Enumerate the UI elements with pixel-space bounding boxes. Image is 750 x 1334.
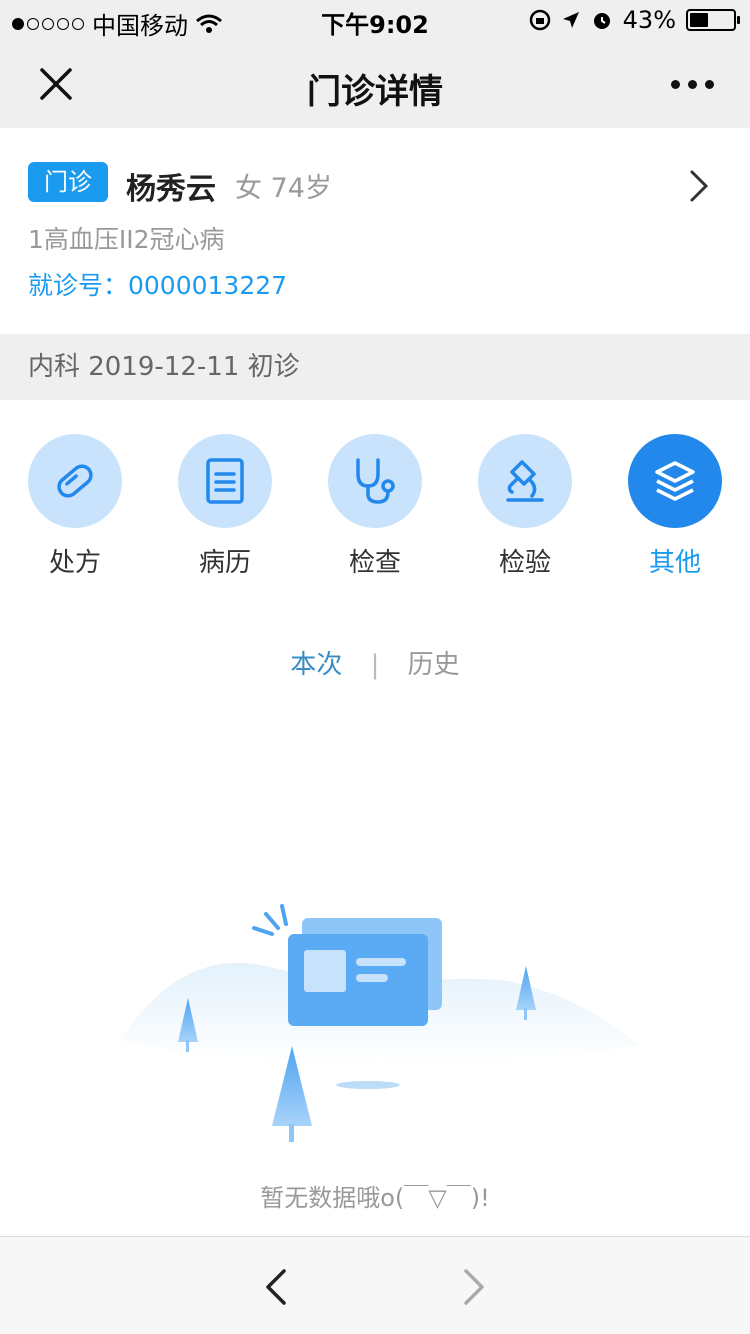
stethoscope-icon (356, 458, 395, 504)
category-prescription[interactable]: 处方 (0, 434, 150, 579)
category-label: 检验 (498, 548, 551, 578)
page-title: 门诊详情 (307, 72, 443, 112)
patient-card[interactable]: 门诊 杨秀云 女 74岁 1高血压II2冠心病 就诊号：0000013227 (0, 128, 750, 334)
tab-current[interactable]: 本次 (290, 644, 342, 681)
category-icon-bg (478, 434, 572, 528)
visit-type-badge: 门诊 (28, 162, 108, 202)
alarm-icon (593, 13, 610, 29)
layers-icon (655, 461, 695, 501)
more-options-icon[interactable] (671, 80, 714, 89)
battery-percent: 43% (622, 6, 676, 34)
battery-icon (686, 9, 740, 31)
document-icon (206, 458, 244, 504)
navigation-bar: 门诊详情 (0, 40, 750, 128)
category-label: 检查 (348, 548, 401, 578)
tab-history[interactable]: 历史 (408, 644, 460, 681)
pill-icon (57, 464, 93, 498)
visit-number: 就诊号：0000013227 (28, 271, 288, 300)
category-other[interactable]: 其他 (600, 434, 750, 579)
patient-gender-age: 女 74岁 (235, 173, 332, 204)
category-icon-bg (328, 434, 422, 528)
empty-state-message: 暂无数据哦o(￣▽￣)! (260, 1184, 490, 1212)
empty-state-illustration (120, 904, 640, 1142)
bottom-toolbar (0, 1236, 750, 1334)
location-arrow-icon (562, 12, 579, 28)
patient-name: 杨秀云 (126, 172, 216, 207)
category-row: 处方 病历 检查 检验 其他 (0, 434, 750, 584)
category-icon-bg (628, 434, 722, 528)
category-label: 病历 (198, 548, 251, 578)
category-label: 其他 (648, 548, 701, 578)
category-lab-test[interactable]: 检验 (450, 434, 600, 579)
forward-arrow-icon[interactable] (460, 1267, 488, 1307)
category-medical-record[interactable]: 病历 (150, 434, 300, 579)
category-examination[interactable]: 检查 (300, 434, 450, 579)
visit-info-header: 内科 2019-12-11 初诊 (0, 334, 750, 400)
status-right: 43% (529, 6, 740, 34)
tab-separator: | (370, 650, 380, 680)
status-bar: 中国移动 下午9:02 43% (0, 0, 750, 40)
category-label: 处方 (48, 548, 101, 578)
rotation-lock-icon (529, 9, 550, 31)
category-icon-bg (178, 434, 272, 528)
back-arrow-icon[interactable] (262, 1267, 290, 1307)
category-icon-bg (28, 434, 122, 528)
diagnosis-text: 1高血压II2冠心病 (28, 225, 225, 254)
microscope-icon (506, 460, 544, 502)
record-tabs: 本次 | 历史 (0, 644, 750, 681)
battery-level (690, 13, 709, 27)
chevron-right-icon[interactable] (688, 168, 712, 204)
